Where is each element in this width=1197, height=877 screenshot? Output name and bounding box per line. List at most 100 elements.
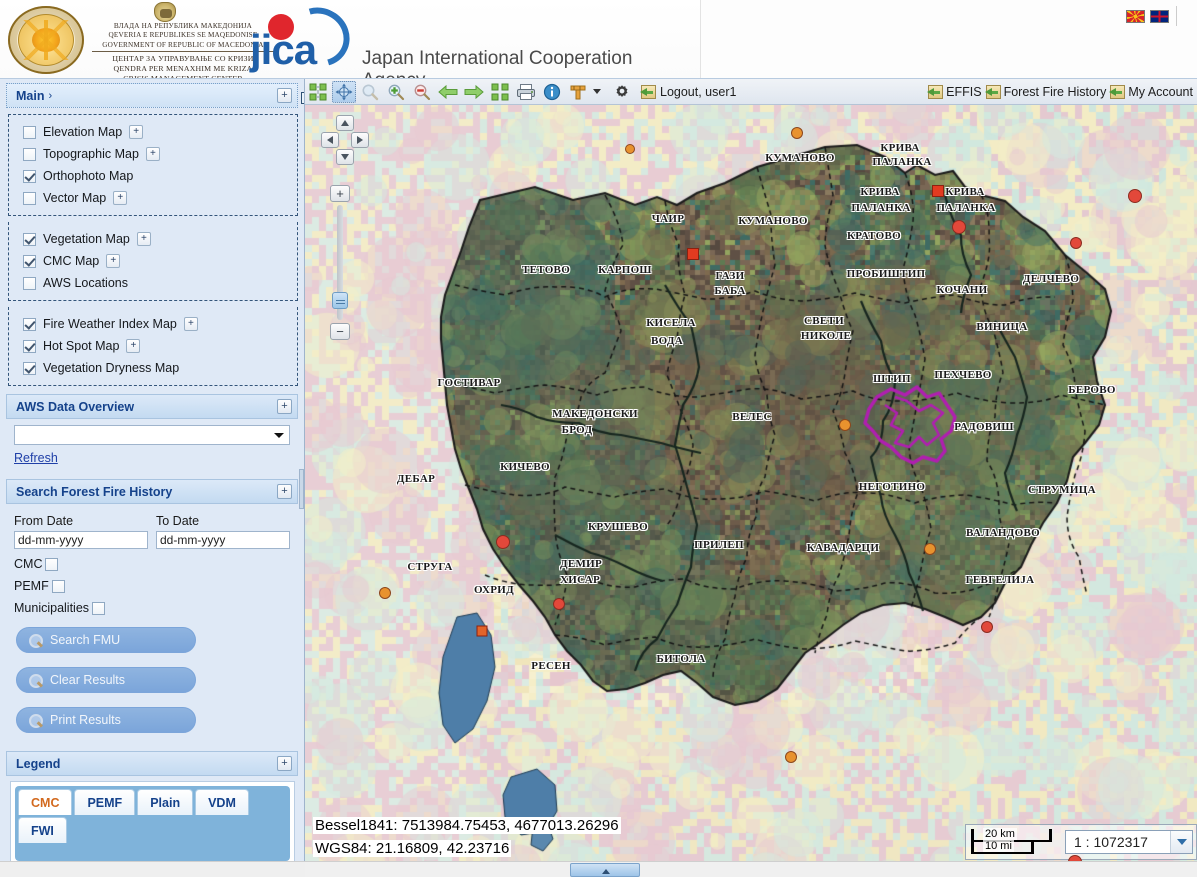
layer-row-vegetation-map[interactable]: Vegetation Map + <box>9 228 297 250</box>
zoom-in-button[interactable]: + <box>330 185 350 202</box>
map-hotspot-marker[interactable] <box>924 543 936 555</box>
map-hotspot-marker[interactable] <box>496 535 510 549</box>
layer-options-hot-spot-map[interactable]: + <box>126 339 141 353</box>
next-extent-icon[interactable] <box>462 81 486 103</box>
search-filter-cmc[interactable]: CMC <box>14 557 290 571</box>
layer-row-hot-spot-map[interactable]: Hot Spot Map + <box>9 335 297 357</box>
layer-checkbox-vector-map[interactable] <box>23 191 36 205</box>
map-hotspot-marker[interactable] <box>1128 189 1142 203</box>
layer-checkbox-fire-weather-index-map[interactable] <box>23 317 36 331</box>
print-results-button[interactable]: Print Results <box>16 707 196 733</box>
chevron-down-icon[interactable] <box>1170 831 1192 853</box>
identify-info-icon[interactable] <box>540 81 564 103</box>
zoom-out-icon[interactable] <box>410 81 434 103</box>
search-forest-fire-history-expand-button[interactable] <box>277 484 292 499</box>
aws-refresh-link[interactable]: Refresh <box>14 451 58 465</box>
map-fire-event-marker[interactable] <box>687 248 699 260</box>
layer-row-fire-weather-index-map[interactable]: Fire Weather Index Map + <box>9 313 297 335</box>
from-date-input[interactable] <box>14 531 148 549</box>
map-hotspot-marker[interactable] <box>553 598 565 610</box>
logout-button[interactable]: Logout, user1 <box>640 84 736 99</box>
to-date-input[interactable] <box>156 531 290 549</box>
search-fmu-button[interactable]: Search FMU <box>16 627 196 653</box>
layer-checkbox-hot-spot-map[interactable] <box>23 339 36 353</box>
search-forest-fire-history-header[interactable]: Search Forest Fire History <box>6 479 298 504</box>
search-filter-pemf[interactable]: PEMF <box>14 579 290 593</box>
layer-options-vegetation-map[interactable]: + <box>136 232 151 246</box>
layer-checkbox-vegetation-map[interactable] <box>23 232 36 246</box>
map-hotspot-marker[interactable] <box>1070 237 1082 249</box>
language-flags[interactable] <box>1126 10 1169 23</box>
map-scrollbar-thumb[interactable] <box>570 863 640 877</box>
scale-ratio-select[interactable]: 1 : 1072317 <box>1065 830 1193 854</box>
map-hotspot-marker[interactable] <box>785 751 797 763</box>
sidebar-collapse-handle[interactable] <box>299 469 304 509</box>
layer-row-topographic-map[interactable]: Topographic Map + <box>9 143 297 165</box>
identify-magnifier-icon[interactable] <box>301 86 304 106</box>
zoom-to-selection-icon[interactable] <box>488 81 512 103</box>
map-viewport[interactable]: + − Bessel1841: 7513984.75453, 4677013.2… <box>305 105 1197 877</box>
map-fire-event-marker[interactable] <box>932 185 944 197</box>
map-hotspot-marker[interactable] <box>625 144 635 154</box>
zoom-out-button[interactable]: − <box>330 323 350 340</box>
zoom-search-icon[interactable] <box>358 81 382 103</box>
chevron-down-icon[interactable] <box>591 81 603 103</box>
zoom-to-full-extent-icon[interactable] <box>306 81 330 103</box>
previous-extent-icon[interactable] <box>436 81 460 103</box>
map-hotspot-marker[interactable] <box>981 621 993 633</box>
layer-checkbox-aws-locations[interactable] <box>23 276 36 290</box>
flag-macedonia-icon[interactable] <box>1126 10 1145 23</box>
legend-tab-pemf[interactable]: PEMF <box>74 789 136 815</box>
layer-checkbox-topographic-map[interactable] <box>23 147 36 161</box>
pan-down-button[interactable] <box>336 149 354 165</box>
layer-row-elevation-map[interactable]: Elevation Map + <box>9 121 297 143</box>
print-icon[interactable] <box>514 81 538 103</box>
legend-tab-vdm[interactable]: VDM <box>195 789 249 815</box>
search-filter-cmc-checkbox[interactable] <box>45 557 59 571</box>
layer-options-cmc-map[interactable]: + <box>106 254 121 268</box>
flag-united-kingdom-icon[interactable] <box>1150 10 1169 23</box>
legend-tab-cmc[interactable]: CMC <box>18 789 73 815</box>
aws-data-overview-expand-button[interactable] <box>277 399 292 414</box>
link-my-account[interactable]: My Account <box>1109 84 1193 99</box>
zoom-in-icon[interactable] <box>384 81 408 103</box>
map-raster-canvas[interactable] <box>305 105 1197 877</box>
map-hotspot-marker[interactable] <box>379 587 391 599</box>
link-forest-fire-history[interactable]: Forest Fire History <box>984 84 1106 99</box>
map-hotspot-marker[interactable] <box>839 419 851 431</box>
layer-options-elevation-map[interactable]: + <box>129 125 144 139</box>
pan-tool-icon[interactable] <box>332 80 356 103</box>
map-fire-event-marker[interactable] <box>476 625 488 637</box>
aws-station-select[interactable] <box>14 425 290 445</box>
layer-row-vector-map[interactable]: Vector Map + <box>9 187 297 209</box>
search-filter-pemf-checkbox[interactable] <box>51 579 65 593</box>
legend-tab-fwi[interactable]: FWI <box>18 817 67 843</box>
layer-checkbox-elevation-map[interactable] <box>23 125 36 139</box>
legend-tab-plain[interactable]: Plain <box>137 789 194 815</box>
search-filter-municipalities[interactable]: Municipalities <box>14 601 290 615</box>
search-filter-municipalities-checkbox[interactable] <box>92 601 106 615</box>
pan-left-button[interactable] <box>321 132 339 148</box>
layer-row-aws-locations[interactable]: AWS Locations <box>9 272 297 294</box>
layer-checkbox-orthophoto-map[interactable] <box>23 169 36 183</box>
layer-row-vegetation-dryness-map[interactable]: Vegetation Dryness Map <box>9 357 297 379</box>
layer-options-topographic-map[interactable]: + <box>145 147 160 161</box>
pan-up-button[interactable] <box>336 115 354 131</box>
legend-panel-expand-button[interactable] <box>277 756 292 771</box>
zoom-slider-thumb[interactable] <box>332 292 348 309</box>
layer-row-orthophoto-map[interactable]: Orthophoto Map <box>9 165 297 187</box>
link-effis[interactable]: EFFIS <box>927 84 982 99</box>
layer-row-cmc-map[interactable]: CMC Map + <box>9 250 297 272</box>
layer-options-fire-weather-index-map[interactable]: + <box>183 317 198 331</box>
layer-checkbox-vegetation-dryness-map[interactable] <box>23 361 36 375</box>
legend-panel-header[interactable]: Legend <box>6 751 298 776</box>
layer-checkbox-cmc-map[interactable] <box>23 254 36 268</box>
map-horizontal-scrollbar[interactable] <box>305 861 1197 877</box>
aws-data-overview-header[interactable]: AWS Data Overview <box>6 394 298 419</box>
gear-icon[interactable] <box>610 81 634 103</box>
clear-results-button[interactable]: Clear Results <box>16 667 196 693</box>
main-panel-header[interactable]: Main › <box>6 83 304 108</box>
layer-options-vector-map[interactable]: + <box>113 191 128 205</box>
map-hotspot-marker[interactable] <box>791 127 803 139</box>
map-hotspot-marker[interactable] <box>952 220 966 234</box>
